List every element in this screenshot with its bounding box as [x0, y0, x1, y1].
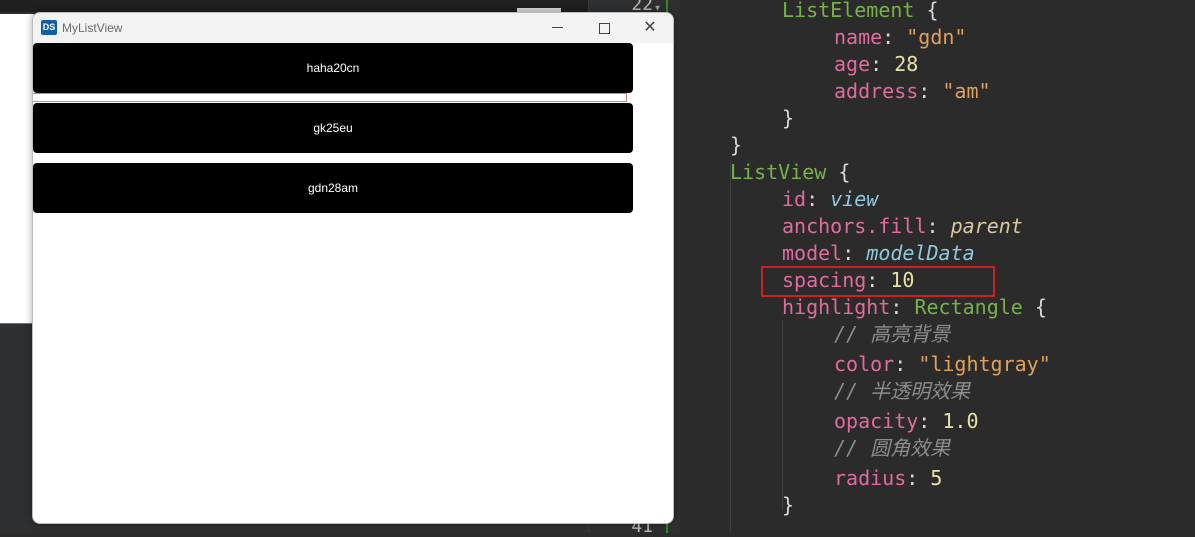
- code-line: age: 28: [834, 52, 919, 76]
- maximize-button[interactable]: [581, 13, 627, 43]
- background-panel: [0, 14, 34, 324]
- code-line: model: modelData: [782, 241, 975, 265]
- close-button[interactable]: ✕: [627, 13, 673, 43]
- code-line: }: [730, 133, 743, 157]
- code-line: name: "gdn": [834, 25, 967, 49]
- code-comment: // 圆角效果: [834, 436, 951, 460]
- indent-guide: [730, 160, 731, 533]
- list-item[interactable]: gdn28am: [33, 163, 633, 213]
- maximize-icon: [599, 23, 610, 34]
- code-line: anchors.fill: parent: [782, 214, 1023, 238]
- code-line: color: "lightgray": [834, 352, 1051, 376]
- minimize-icon: [552, 27, 563, 28]
- spacing-highlight-box: [761, 266, 995, 297]
- code-line: }: [782, 106, 795, 130]
- code-comment: // 半透明效果: [834, 379, 971, 403]
- indent-guide: [782, 320, 783, 510]
- code-editor[interactable]: ListElement { name: "gdn" age: 28 addres…: [680, 0, 1195, 533]
- close-icon: ✕: [643, 19, 657, 36]
- code-line: radius: 5: [834, 466, 943, 490]
- code-line: address: "am": [834, 79, 991, 103]
- window-title: MyListView: [62, 21, 123, 35]
- code-comment: // 高亮背景: [834, 322, 951, 346]
- background-toolbar: [0, 0, 600, 12]
- list-item[interactable]: gk25eu: [33, 103, 633, 153]
- code-line: }: [782, 493, 795, 517]
- code-line: highlight: Rectangle {: [782, 295, 1047, 319]
- code-line: opacity: 1.0: [834, 409, 979, 433]
- spacing-marker: [33, 93, 627, 102]
- app-window[interactable]: DS MyListView ✕ haha20cn gk25eu gdn28am: [32, 12, 674, 524]
- list-view[interactable]: haha20cn gk25eu gdn28am: [33, 43, 673, 523]
- minimize-button[interactable]: [535, 13, 581, 43]
- title-bar[interactable]: DS MyListView ✕: [33, 13, 673, 43]
- code-line: ListView {: [730, 160, 851, 184]
- code-line: id: view: [782, 187, 879, 211]
- list-item[interactable]: haha20cn: [33, 43, 633, 93]
- code-line: ListElement {: [782, 0, 939, 22]
- app-icon: DS: [41, 20, 57, 35]
